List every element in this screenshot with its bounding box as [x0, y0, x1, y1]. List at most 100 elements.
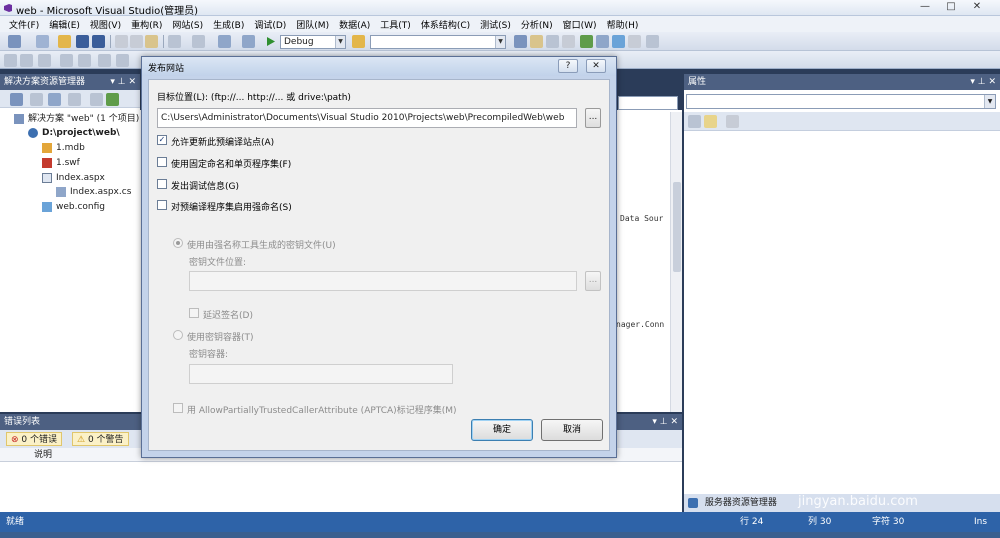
- output-icon[interactable]: [612, 35, 625, 48]
- ok-button[interactable]: 确定: [471, 419, 533, 441]
- command-window-icon[interactable]: [628, 35, 641, 48]
- minimize-button[interactable]: —: [914, 0, 936, 14]
- undo-icon[interactable]: [168, 35, 181, 48]
- dialog-close-button[interactable]: ✕: [586, 59, 606, 73]
- member-dropdown[interactable]: [618, 96, 678, 110]
- alphabetical-icon[interactable]: [704, 115, 717, 128]
- warnings-filter-button[interactable]: ⚠ 0 个警告: [72, 432, 129, 446]
- properties-icon[interactable]: [530, 35, 543, 48]
- solution-config-select[interactable]: Debug ▼: [280, 35, 346, 49]
- delay-sign-label: 延迟签名(D): [203, 311, 253, 321]
- property-pages-icon[interactable]: [726, 115, 739, 128]
- indent-icon[interactable]: [78, 54, 91, 67]
- delay-sign-checkbox[interactable]: [189, 308, 199, 318]
- cancel-button[interactable]: 取消: [541, 419, 603, 441]
- warning-icon: ⚠: [77, 435, 88, 445]
- show-all-files-icon[interactable]: [30, 93, 43, 106]
- find-in-files-icon[interactable]: [352, 35, 365, 48]
- navigate-forward-icon[interactable]: [242, 35, 255, 48]
- tree-item-file[interactable]: Index.aspx: [42, 171, 105, 185]
- keyfile-browse-button[interactable]: ...: [585, 271, 601, 291]
- nest-files-icon[interactable]: [68, 93, 81, 106]
- column-description[interactable]: 说明: [34, 448, 52, 462]
- word-completion-icon[interactable]: [60, 54, 73, 67]
- menu-window[interactable]: 窗口(W): [558, 18, 602, 31]
- view-code-icon[interactable]: [90, 93, 103, 106]
- panel-pin-icon[interactable]: ▾ ⊥ ✕: [110, 74, 136, 90]
- view-designer-icon[interactable]: [106, 93, 119, 106]
- tree-item-file[interactable]: 1.mdb: [42, 141, 85, 155]
- categorized-icon[interactable]: [688, 115, 701, 128]
- menu-test[interactable]: 测试(S): [475, 18, 516, 31]
- open-folder-icon[interactable]: [58, 35, 71, 48]
- menu-architecture[interactable]: 体系结构(C): [416, 18, 475, 31]
- keyfile-location-input[interactable]: [189, 271, 577, 291]
- start-debugging-icon[interactable]: [264, 35, 277, 48]
- panel-pin-icon[interactable]: ▾ ⊥ ✕: [652, 414, 678, 430]
- menu-bar: 文件(F) 编辑(E) 视图(V) 重构(R) 网站(S) 生成(B) 调试(D…: [0, 16, 1000, 32]
- outdent-icon[interactable]: [98, 54, 111, 67]
- strong-naming-checkbox[interactable]: [157, 200, 167, 210]
- menu-file[interactable]: 文件(F): [4, 18, 44, 31]
- target-location-input[interactable]: C:\Users\Administrator\Documents\Visual …: [157, 108, 577, 128]
- fixed-naming-checkbox[interactable]: [157, 157, 167, 167]
- menu-website[interactable]: 网站(S): [167, 18, 208, 31]
- allow-update-checkbox[interactable]: ✓: [157, 135, 167, 145]
- refresh-icon[interactable]: [48, 93, 61, 106]
- editor-scrollbar[interactable]: [670, 112, 682, 412]
- menu-tools[interactable]: 工具(T): [375, 18, 416, 31]
- menu-edit[interactable]: 编辑(E): [44, 18, 85, 31]
- close-window-button[interactable]: ✕: [966, 0, 988, 14]
- save-all-icon[interactable]: [92, 35, 105, 48]
- parameter-info-icon[interactable]: [20, 54, 33, 67]
- new-project-icon[interactable]: [8, 35, 21, 48]
- cut-icon[interactable]: [115, 35, 128, 48]
- toolbox-icon[interactable]: [562, 35, 575, 48]
- menu-refactor[interactable]: 重构(R): [126, 18, 167, 31]
- properties-icon[interactable]: [10, 93, 23, 106]
- tree-item-file[interactable]: Index.aspx.cs: [56, 185, 131, 199]
- debug-info-checkbox[interactable]: [157, 179, 167, 189]
- quick-info-icon[interactable]: [38, 54, 51, 67]
- tree-item-label: 1.swf: [56, 158, 80, 168]
- chevron-down-icon: ▼: [335, 36, 345, 48]
- menu-team[interactable]: 团队(M): [291, 18, 334, 31]
- key-container-input[interactable]: [189, 364, 453, 384]
- status-ready: 就绪: [6, 517, 25, 527]
- target-browse-button[interactable]: ...: [585, 108, 601, 128]
- copy-icon[interactable]: [130, 35, 143, 48]
- object-browser-icon[interactable]: [546, 35, 559, 48]
- aptca-checkbox[interactable]: [173, 403, 183, 413]
- menu-data[interactable]: 数据(A): [334, 18, 375, 31]
- tree-item-file[interactable]: web.config: [42, 200, 105, 214]
- menu-analyze[interactable]: 分析(N): [516, 18, 558, 31]
- save-icon[interactable]: [76, 35, 89, 48]
- keyfile-radio[interactable]: [173, 238, 183, 248]
- redo-icon[interactable]: [192, 35, 205, 48]
- tree-item-project[interactable]: D:\project\web\: [28, 126, 120, 140]
- properties-object-select[interactable]: ▼: [686, 94, 996, 109]
- panel-pin-icon[interactable]: ▾ ⊥ ✕: [970, 74, 996, 90]
- errors-filter-button[interactable]: ⊗ 0 个错误: [6, 432, 62, 446]
- solution-explorer-toolbar: [0, 90, 140, 108]
- solution-explorer-icon[interactable]: [514, 35, 527, 48]
- tree-item-file[interactable]: 1.swf: [42, 156, 80, 170]
- add-item-icon[interactable]: [36, 35, 49, 48]
- start-page-icon[interactable]: [596, 35, 609, 48]
- menu-build[interactable]: 生成(B): [208, 18, 249, 31]
- maximize-button[interactable]: □: [940, 0, 962, 14]
- comment-icon[interactable]: [116, 54, 129, 67]
- find-combo[interactable]: ▼: [370, 35, 506, 49]
- extension-icon[interactable]: [580, 35, 593, 48]
- menu-view[interactable]: 视图(V): [85, 18, 126, 31]
- scrollbar-thumb[interactable]: [673, 182, 681, 272]
- toolbar-options-icon[interactable]: [646, 35, 659, 48]
- navigate-back-icon[interactable]: [218, 35, 231, 48]
- member-list-icon[interactable]: [4, 54, 17, 67]
- paste-icon[interactable]: [145, 35, 158, 48]
- help-button[interactable]: ?: [558, 59, 578, 73]
- menu-help[interactable]: 帮助(H): [602, 18, 644, 31]
- tree-item-solution[interactable]: 解决方案 "web" (1 个项目): [14, 112, 139, 126]
- menu-debug[interactable]: 调试(D): [249, 18, 291, 31]
- key-container-radio[interactable]: [173, 330, 183, 340]
